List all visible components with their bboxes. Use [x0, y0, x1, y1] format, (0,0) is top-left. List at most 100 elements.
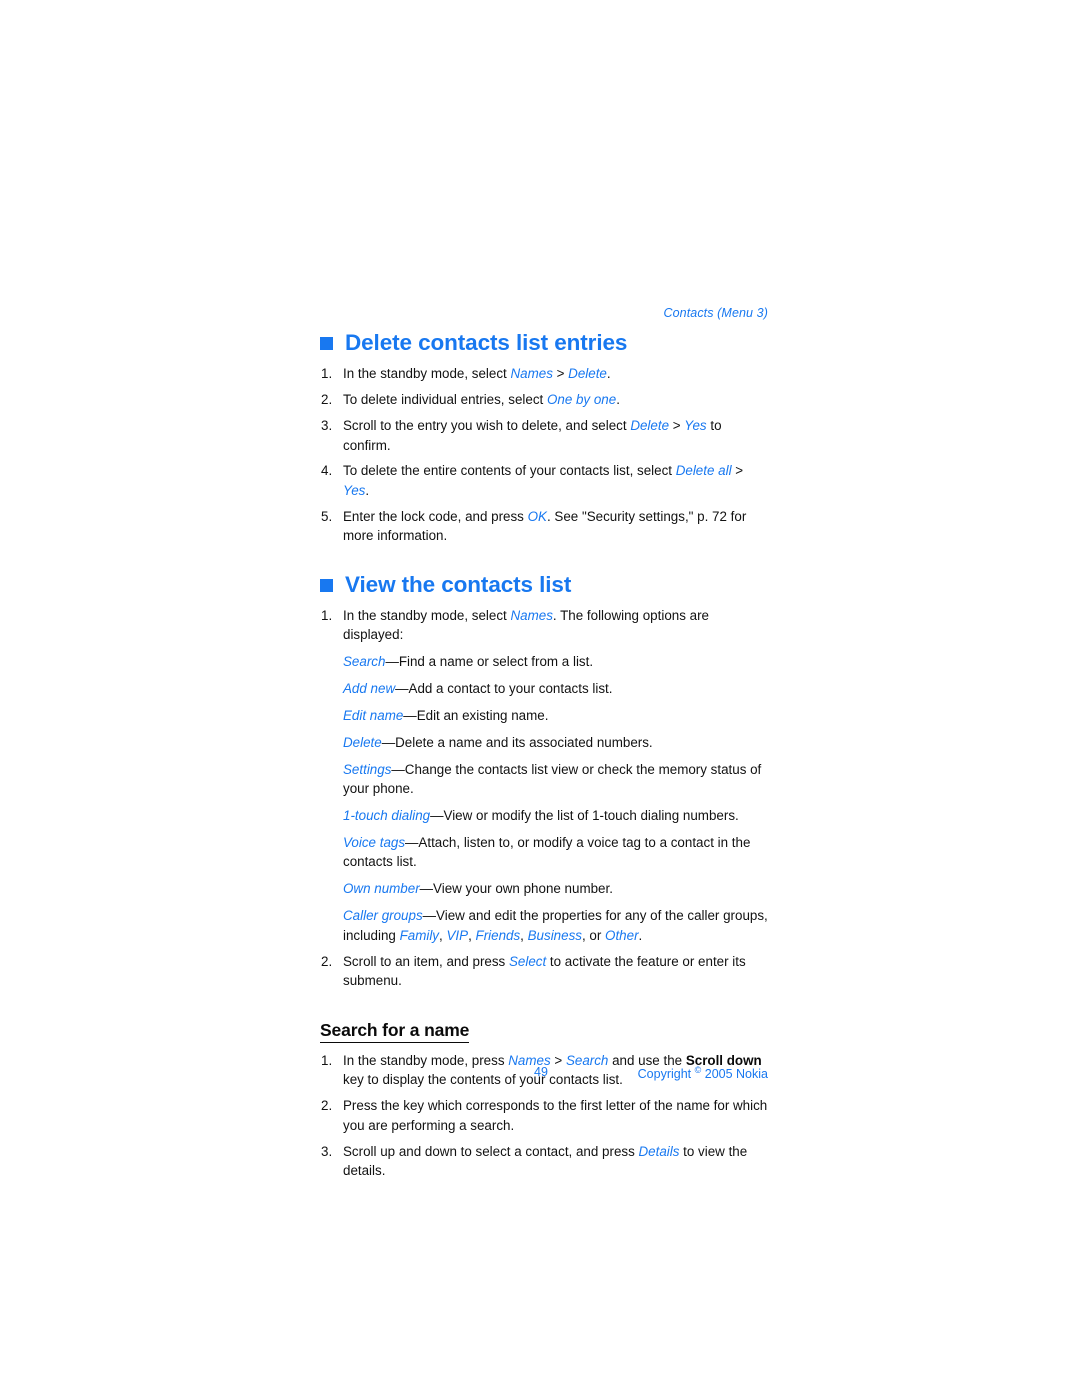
definition-item: Delete—Delete a name and its associated …: [343, 733, 772, 752]
ui-term: Own number: [343, 881, 420, 897]
text-run: —Delete a name and its associated number…: [381, 734, 653, 750]
text-run: >: [552, 366, 569, 382]
step-number: 4.: [321, 463, 333, 479]
ui-term: Yes: [343, 482, 366, 498]
text-run: Scroll up and down to select a contact, …: [343, 1143, 639, 1159]
step-number: 2.: [321, 1098, 333, 1114]
step-number: 2.: [321, 392, 333, 408]
text-run: >: [731, 463, 744, 479]
ui-term: Edit name: [343, 707, 404, 723]
subsection-heading-wrap: Search for a name: [312, 997, 772, 1051]
definition-item: Voice tags—Attach, listen to, or modify …: [343, 833, 772, 872]
definition-item: Edit name—Edit an existing name.: [343, 706, 772, 725]
step-number: 3.: [321, 1143, 333, 1159]
ui-term: Search: [343, 653, 386, 669]
step-list-view-contacts: 1. In the standby mode, select Names. The…: [312, 606, 772, 991]
definition-item: Own number—View your own phone number.: [343, 879, 772, 898]
section-heading-delete-contacts-list-entries: Delete contacts list entries: [312, 330, 772, 355]
ui-term: Friends: [475, 927, 521, 943]
step-number: 1.: [321, 366, 333, 382]
step-number: 5.: [321, 508, 333, 524]
step-item: 1. In the standby mode, select Names > De…: [312, 364, 772, 383]
text-run: —Edit an existing name.: [403, 707, 549, 723]
page-content: Delete contacts list entries 1. In the st…: [312, 330, 772, 1187]
text-run: .: [638, 927, 643, 943]
text-run: Enter the lock code, and press: [343, 508, 528, 524]
step-number: 1.: [321, 607, 333, 623]
ui-term: Names: [510, 366, 553, 382]
text-run: >: [669, 418, 685, 434]
step-item: 2. Scroll to an item, and press Select to…: [312, 952, 772, 991]
step-text: To delete individual entries, select One…: [343, 392, 620, 407]
ui-term: Yes: [684, 418, 707, 434]
text-run: , or: [581, 927, 606, 943]
text-run: To delete individual entries, select: [343, 392, 547, 408]
step-text: Scroll to the entry you wish to delete, …: [343, 418, 722, 452]
ui-term: Add new: [343, 680, 396, 696]
ui-term: Delete: [568, 366, 607, 382]
copyright-suffix: 2005 Nokia: [701, 1067, 768, 1082]
ui-term: OK: [527, 508, 547, 524]
ui-term: Settings: [343, 761, 392, 777]
ui-term: Names: [510, 607, 553, 623]
text-run: ,: [468, 927, 476, 943]
text-run: —View your own phone number.: [419, 881, 613, 897]
subsection-heading-search-for-a-name: Search for a name: [320, 1020, 469, 1043]
ui-term: Delete: [343, 734, 382, 750]
ui-term: Select: [508, 953, 547, 969]
section-heading-view-the-contacts-list: View the contacts list: [312, 572, 772, 597]
step-number: 3.: [321, 418, 333, 434]
definition-list: Search—Find a name or select from a list…: [343, 652, 772, 945]
text-run: In the standby mode, select: [343, 366, 511, 382]
text-run: ,: [520, 927, 528, 943]
definition-item: Add new—Add a contact to your contacts l…: [343, 679, 772, 698]
copyright-notice: Copyright © 2005 Nokia: [638, 1065, 768, 1081]
ui-term: Voice tags: [343, 834, 406, 850]
ui-term: VIP: [446, 927, 469, 943]
text-run: —Add a contact to your contacts list.: [395, 680, 613, 696]
text-run: To delete the entire contents of your co…: [343, 463, 676, 479]
step-text: Scroll up and down to select a contact, …: [343, 1144, 747, 1178]
page-footer: 49 Copyright © 2005 Nokia: [312, 1065, 768, 1085]
ui-term: Family: [399, 927, 440, 943]
definition-item: Settings—Change the contacts list view o…: [343, 760, 772, 799]
text-run: Scroll to an item, and press: [343, 953, 509, 969]
section-heading-text: View the contacts list: [345, 571, 572, 597]
ui-term: 1-touch dialing: [343, 807, 431, 823]
text-run: —Find a name or select from a list.: [385, 653, 594, 669]
definition-item: Caller groups—View and edit the properti…: [343, 906, 772, 945]
text-run: .: [616, 392, 620, 408]
ui-term: Caller groups: [343, 908, 423, 924]
step-list-delete-contacts: 1. In the standby mode, select Names > De…: [312, 364, 772, 546]
text-run: .: [606, 366, 611, 382]
section-heading-text: Delete contacts list entries: [345, 330, 628, 355]
step-text: In the standby mode, select Names > Dele…: [343, 366, 611, 381]
ui-term: One by one: [546, 392, 617, 408]
step-item: 1. In the standby mode, select Names. The…: [312, 606, 772, 945]
step-text: Press the key which corresponds to the f…: [343, 1098, 767, 1132]
copyright-prefix: Copyright: [637, 1067, 695, 1082]
text-run: .: [365, 482, 370, 498]
step-item: 3. Scroll to the entry you wish to delete…: [312, 416, 772, 455]
step-number: 2.: [321, 953, 333, 969]
step-text: Scroll to an item, and press Select to a…: [343, 954, 746, 988]
ui-term: Delete all: [675, 463, 732, 479]
step-item: 2. To delete individual entries, select O…: [312, 390, 772, 409]
square-bullet-icon: [320, 578, 333, 592]
ui-term: Other: [605, 927, 639, 943]
running-header: Contacts (Menu 3): [663, 306, 768, 320]
text-run: Press the key which corresponds to the f…: [343, 1098, 768, 1133]
definition-item: 1-touch dialing—View or modify the list …: [343, 806, 772, 825]
step-text: To delete the entire contents of your co…: [343, 463, 743, 497]
ui-term: Details: [638, 1143, 680, 1159]
step-item: 4. To delete the entire contents of your …: [312, 461, 772, 500]
text-run: —View or modify the list of 1-touch dial…: [430, 807, 739, 823]
step-item: 5. Enter the lock code, and press OK. See…: [312, 507, 772, 546]
text-run: —Change the contacts list view or check …: [343, 761, 762, 796]
step-item: 3. Scroll up and down to select a contact…: [312, 1142, 772, 1181]
text-run: —Attach, listen to, or modify a voice ta…: [343, 834, 751, 870]
ui-term: Delete: [630, 418, 670, 434]
step-item: 2. Press the key which corresponds to the…: [312, 1096, 772, 1135]
text-run: Scroll to the entry you wish to delete, …: [343, 418, 631, 434]
ui-term: Business: [527, 927, 582, 943]
